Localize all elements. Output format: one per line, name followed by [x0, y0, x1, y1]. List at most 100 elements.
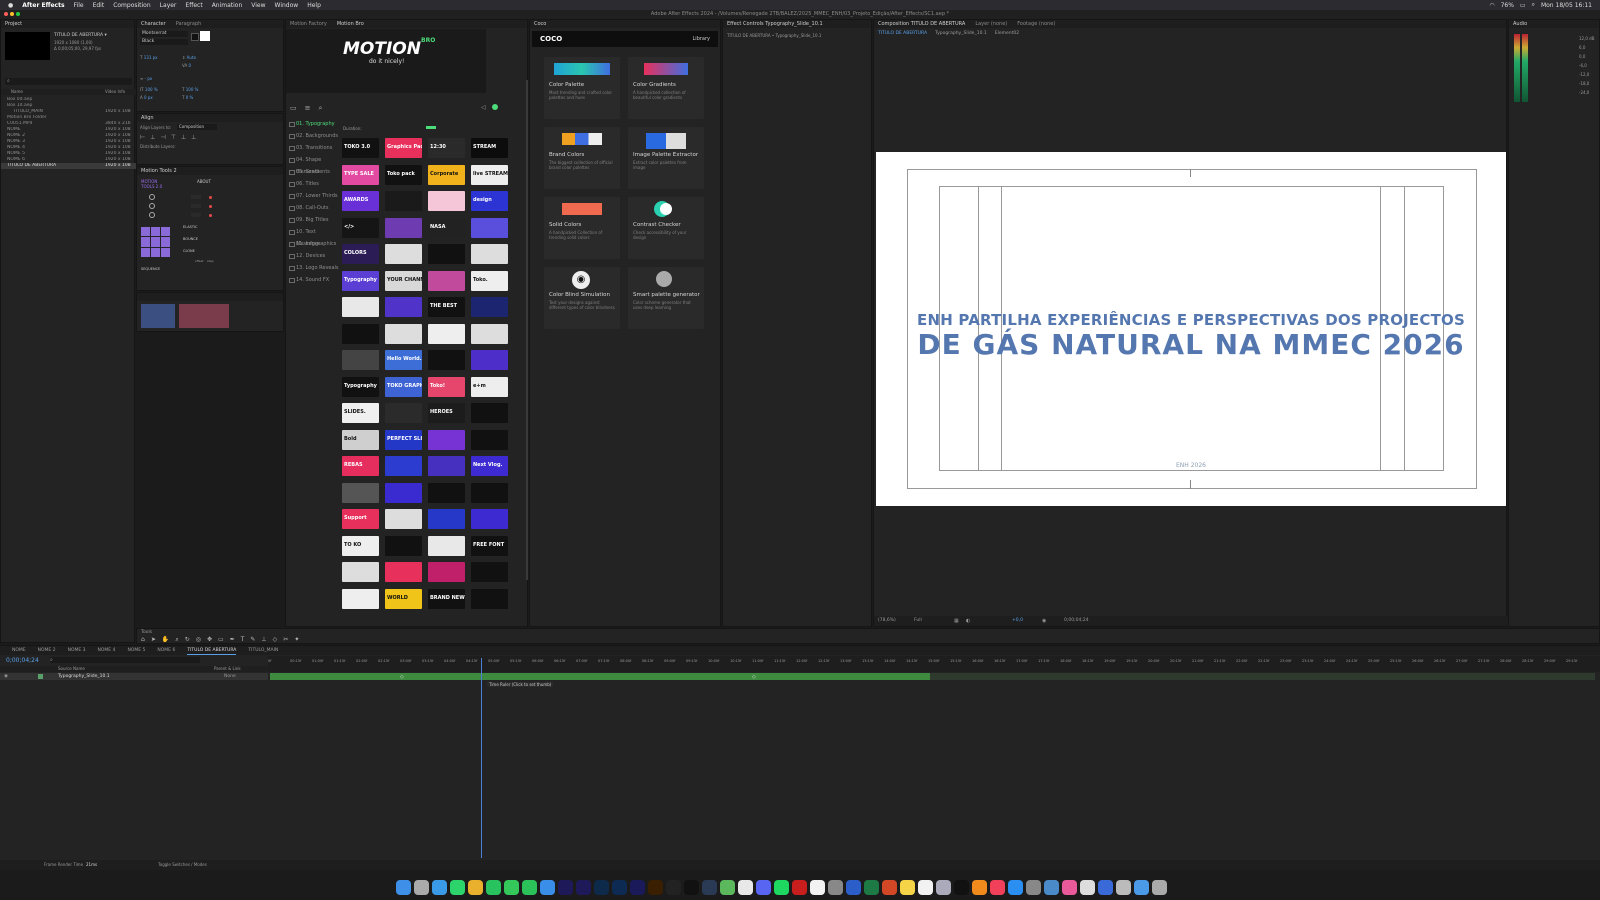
category-logo-reveals[interactable]: 13. Logo Reveals — [286, 262, 341, 274]
photos-icon[interactable] — [738, 879, 753, 895]
time-ruler[interactable]: 0f 00:15f 01:00f 01:15f 02:00f 02:15f 03:00f 03… — [268, 656, 1600, 672]
sound-icon[interactable]: ◁ — [481, 104, 486, 111]
preset-thumbnail[interactable] — [428, 562, 465, 582]
timeline-tab[interactable]: NOME 3 — [68, 646, 86, 655]
preset-thumbnail[interactable] — [342, 297, 379, 317]
effect-controls-tab[interactable]: Effect Controls Typography_Slide_10.1 — [727, 20, 823, 28]
preset-thumbnail[interactable]: </> — [342, 217, 379, 238]
motion-tools-tab[interactable]: Motion Tools 2 — [141, 167, 177, 175]
preset-thumbnail[interactable]: STREAM — [471, 138, 508, 158]
menu-composition[interactable]: Composition — [113, 2, 150, 9]
align-right-icon[interactable]: ⊣ — [160, 134, 165, 142]
preset-thumbnail[interactable] — [471, 482, 508, 503]
preset-thumbnail[interactable]: Corporate — [428, 164, 465, 185]
powerpoint-icon[interactable] — [882, 879, 897, 895]
timeline-tab[interactable]: NOME 4 — [98, 646, 116, 655]
chrome-icon[interactable] — [468, 879, 483, 895]
font-style-select[interactable]: Black — [140, 39, 188, 45]
project-search-input[interactable]: ⌕ — [5, 78, 132, 85]
channel-icon[interactable]: ◐ — [966, 616, 970, 626]
project-tab[interactable]: Project — [5, 20, 22, 28]
preset-thumbnail[interactable] — [342, 588, 379, 609]
preset-thumbnail[interactable] — [385, 562, 422, 582]
card-brand-colors[interactable]: Brand Colors The biggest collection of of… — [544, 127, 620, 189]
reset-dot-icon[interactable] — [209, 196, 212, 199]
search-icon[interactable]: ⌕ — [1532, 1, 1535, 9]
trash-icon[interactable] — [1152, 879, 1167, 895]
brush-tool-icon[interactable]: ✎ — [250, 636, 255, 644]
card-solid-colors[interactable]: Solid Colors A handpicked Collection of t… — [544, 197, 620, 259]
eraser-tool-icon[interactable]: ◇ — [273, 636, 278, 644]
discord-icon[interactable] — [756, 879, 771, 895]
preset-thumbnail[interactable] — [385, 482, 422, 503]
motion-bro-tab[interactable]: Motion Bro — [337, 20, 364, 28]
preset-thumbnail[interactable] — [428, 509, 465, 529]
stroke-color-swatch[interactable] — [200, 31, 210, 41]
preset-thumbnail[interactable]: Bold — [342, 429, 379, 450]
col-source-name[interactable]: Source Name — [58, 666, 85, 672]
preset-thumbnail[interactable]: FREE FONT — [471, 535, 508, 556]
home-icon[interactable]: ⌂ — [141, 636, 145, 644]
capcut-icon[interactable] — [684, 879, 699, 895]
appletv-icon[interactable] — [954, 879, 969, 895]
clone-button[interactable]: CLONE — [183, 249, 195, 253]
preset-thumbnail[interactable] — [471, 562, 508, 582]
col-parent[interactable]: Parent & Link — [214, 666, 241, 672]
category-transitions[interactable]: 03. Transitions — [286, 142, 341, 154]
preset-thumbnail[interactable]: live STREAM — [471, 164, 508, 185]
preset-thumbnail[interactable] — [471, 297, 508, 317]
preset-thumbnail[interactable] — [385, 535, 422, 556]
preset-thumbnail[interactable]: TOKO 3.0 — [342, 138, 379, 158]
vertical-scale-field[interactable]: 100 % — [145, 87, 158, 92]
preset-thumbnail[interactable] — [471, 350, 508, 370]
facetime-icon[interactable] — [522, 879, 537, 895]
reset-dot-icon[interactable] — [209, 205, 212, 208]
davinci-icon[interactable] — [702, 879, 717, 895]
preset-thumbnail[interactable] — [385, 509, 422, 529]
settings-icon[interactable] — [1026, 879, 1041, 895]
category-big-titles[interactable]: 09. Big Titles — [286, 214, 341, 226]
align-to-select[interactable]: Composition — [177, 124, 217, 130]
preset-thumbnail[interactable] — [471, 244, 508, 264]
category-sound-fx[interactable]: 14. Sound FX — [286, 274, 341, 286]
horizontal-scale-field[interactable]: 100 % — [186, 87, 199, 92]
comp-timecode[interactable]: 0;00;04;24 — [1064, 616, 1089, 626]
preset-thumbnail[interactable] — [342, 323, 379, 344]
col-name[interactable]: Name — [11, 89, 23, 95]
calculator-icon[interactable] — [828, 879, 843, 895]
category-typography[interactable]: 01. Typography — [286, 118, 341, 130]
timeline-tab[interactable]: NOME — [12, 646, 26, 655]
coco-tab[interactable]: Coco — [534, 20, 546, 28]
preset-thumbnail[interactable] — [471, 323, 508, 344]
project-item-selected[interactable]: TITULO DE ABERTURA 1920 x 108 — [1, 163, 136, 169]
timeline-tab-active[interactable]: TITULO DE ABERTURA — [187, 646, 237, 655]
keyframe-icon[interactable]: ◇ — [400, 674, 404, 680]
roto-tool-icon[interactable]: ✂ — [283, 636, 288, 644]
preset-thumbnail[interactable]: TOKO GRAPHICS — [385, 376, 422, 397]
excel-icon[interactable] — [864, 879, 879, 895]
preset-thumbnail[interactable] — [428, 482, 465, 503]
type-tool-icon[interactable]: T — [241, 636, 245, 644]
comp-canvas[interactable]: ENH PARTILHA EXPERIÊNCIAS E PERSPECTIVAS… — [876, 152, 1506, 506]
toggle-switches-button[interactable]: Toggle Switches / Modes — [158, 860, 207, 870]
media-encoder-icon[interactable] — [630, 879, 645, 895]
appstore-icon[interactable] — [1008, 879, 1023, 895]
snapshot-icon[interactable]: ◉ — [1042, 616, 1046, 626]
category-devices[interactable]: 12. Devices — [286, 250, 341, 262]
battery-label[interactable]: 76% — [1501, 2, 1514, 9]
breadcrumb-item[interactable]: Element02 — [995, 31, 1019, 36]
zoom-select[interactable]: (78,6%) — [878, 616, 896, 626]
preset-thumbnail[interactable]: Hello World. — [385, 350, 422, 370]
preset-thumbnail[interactable]: 12:30 — [428, 138, 465, 158]
sequence-button[interactable]: SEQUENCE — [141, 267, 160, 271]
category-lower-thirds[interactable]: 07. Lower Thirds — [286, 190, 341, 202]
preset-thumbnail[interactable]: REBAS — [342, 456, 379, 476]
resolution-select[interactable]: Full — [914, 616, 922, 626]
preset-thumbnail[interactable] — [471, 588, 508, 609]
camera-tool-icon[interactable]: ◎ — [196, 636, 201, 644]
composition-tab[interactable]: Composition TITULO DE ABERTURA — [878, 20, 965, 28]
preset-thumbnail[interactable]: YOUR CHANNEL — [385, 270, 422, 291]
after-effects-icon[interactable] — [558, 879, 573, 895]
parent-select[interactable]: None — [224, 673, 236, 680]
preset-thumbnail[interactable] — [471, 217, 508, 238]
